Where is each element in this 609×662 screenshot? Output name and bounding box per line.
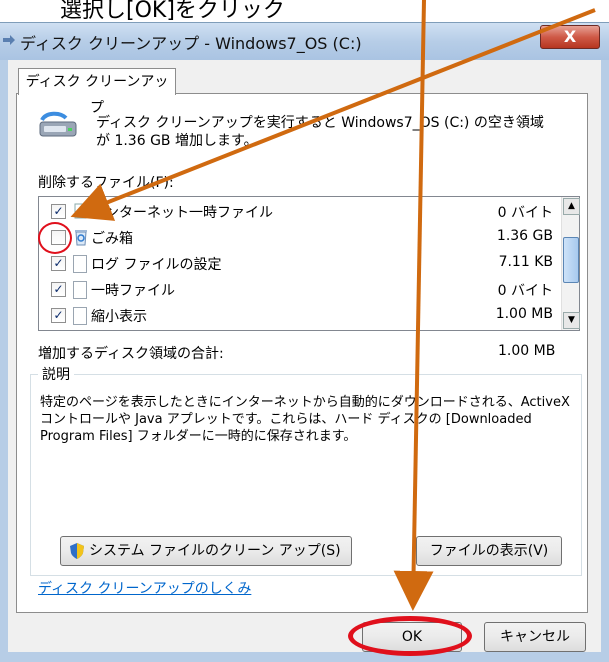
intro-text-line2: が 1.36 GB 増加します。 (96, 133, 258, 149)
file-icon (73, 281, 87, 299)
disk-cleanup-icon (3, 35, 15, 45)
file-size: 7.11 KB (498, 254, 553, 270)
system-cleanup-button[interactable]: システム ファイルのクリーン アップ(S) (60, 536, 352, 566)
drive-icon (39, 111, 77, 137)
checkbox-internet-files[interactable]: ✓ (51, 204, 66, 219)
files-to-delete-label: 削除するファイル(F): (38, 175, 174, 191)
list-item[interactable]: ✓ 一時ファイル 0 バイト (39, 277, 559, 303)
file-label: インターネット一時ファイル (91, 205, 273, 221)
cancel-button[interactable]: キャンセル (484, 622, 586, 652)
checkbox-log-files[interactable]: ✓ (51, 256, 66, 271)
ok-highlight-ring (348, 616, 472, 656)
file-label: 一時ファイル (91, 283, 175, 299)
file-size: 1.36 GB (496, 228, 553, 244)
file-icon (73, 255, 87, 273)
scroll-down-icon[interactable]: ▼ (563, 312, 580, 329)
list-item[interactable]: ごみ箱 1.36 GB (39, 225, 559, 251)
file-size: 0 バイト (497, 205, 553, 221)
internet-files-icon (74, 203, 88, 219)
file-size: 0 バイト (497, 283, 553, 299)
how-cleanup-works-link[interactable]: ディスク クリーンアップのしくみ (38, 578, 251, 598)
system-cleanup-label: システム ファイルのクリーン アップ(S) (89, 543, 341, 559)
title-bar: ディスク クリーンアップ - Windows7_OS (C:) X (0, 22, 609, 61)
description-text: 特定のページを表示したときにインターネットから自動的にダウンロードされる、Act… (40, 395, 570, 444)
checkbox-temp-files[interactable]: ✓ (51, 282, 66, 297)
file-label: ログ ファイルの設定 (91, 257, 222, 273)
list-scrollbar[interactable]: ▲ ▼ (561, 197, 580, 330)
intro-text-line1: ディスク クリーンアップを実行すると Windows7_OS (C:) の空き領… (96, 115, 544, 131)
list-item[interactable]: ✓ インターネット一時ファイル 0 バイト (39, 199, 559, 225)
view-files-button[interactable]: ファイルの表示(V) (416, 536, 562, 566)
list-item[interactable]: ✓ 縮小表示 1.00 MB (39, 303, 559, 329)
file-label: ごみ箱 (91, 231, 133, 247)
recycle-bin-icon (75, 230, 87, 246)
close-button[interactable]: X (540, 25, 600, 49)
instruction-caption: 選択し[OK]をクリック (60, 0, 285, 23)
checkbox-thumbnails[interactable]: ✓ (51, 308, 66, 323)
scroll-thumb[interactable] (563, 237, 579, 283)
shield-icon (70, 543, 84, 559)
list-item[interactable]: ✓ ログ ファイルの設定 7.11 KB (39, 251, 559, 277)
total-value: 1.00 MB (498, 343, 556, 359)
file-icon (73, 307, 87, 325)
description-legend: 説明 (38, 364, 74, 384)
window-title: ディスク クリーンアップ - Windows7_OS (C:) (20, 34, 362, 53)
file-label: 縮小表示 (91, 309, 147, 325)
tab-disk-cleanup[interactable]: ディスク クリーンアップ (18, 68, 176, 116)
total-label: 増加するディスク領域の合計: (38, 346, 224, 362)
file-size: 1.00 MB (495, 306, 553, 322)
recycle-checkbox-highlight-ring (38, 222, 72, 254)
files-list[interactable]: ✓ インターネット一時ファイル 0 バイト ごみ箱 1.36 GB ✓ ログ フ… (38, 196, 580, 331)
scroll-up-icon[interactable]: ▲ (563, 198, 580, 215)
